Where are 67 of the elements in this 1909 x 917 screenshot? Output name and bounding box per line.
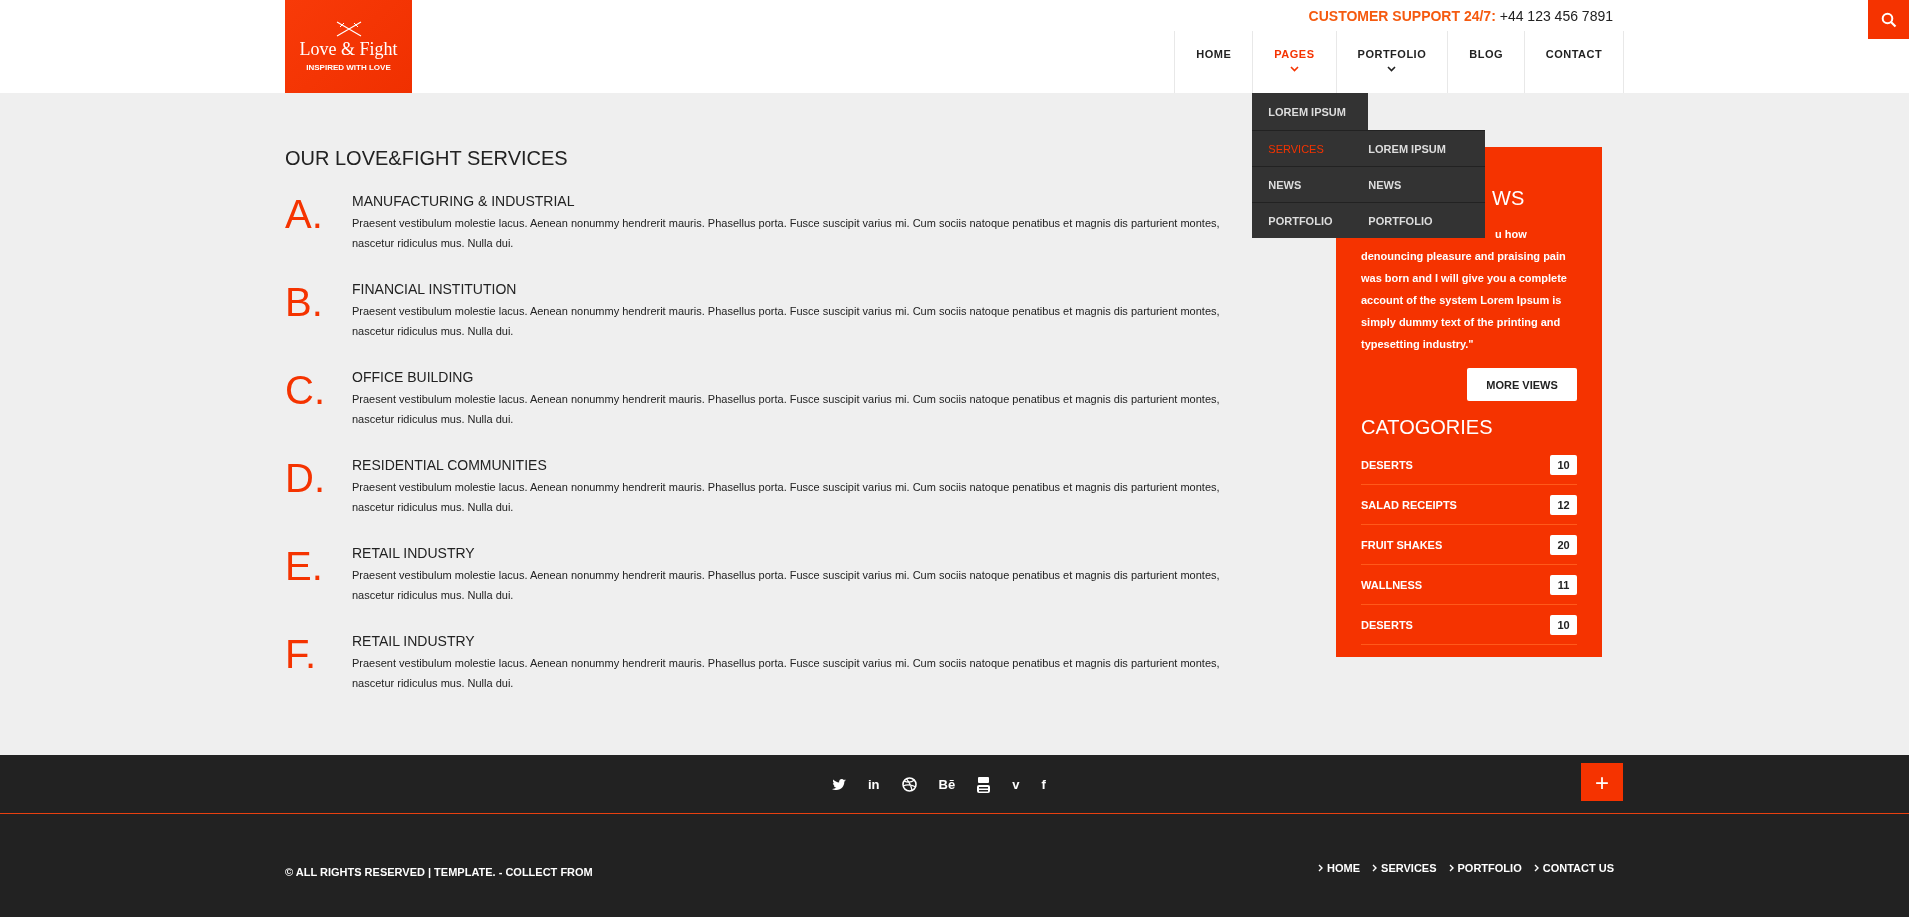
count-badge: 11 (1550, 574, 1577, 595)
category-link[interactable]: DESERTS (1361, 618, 1413, 631)
categories-heading: CATOGORIES (1361, 416, 1494, 439)
service-description: Praesent vestibulum molestie lacus. Aenean nonummy hendrerit mauris. Phasellus porta. Fusce suscipit varius mi. Cum sociis natoque penatibus et magnis dis parturient montes, nascetur ridiculus mus. Nulla dui. (352, 304, 1221, 339)
category-link[interactable]: SALAD RECEIPTS (1361, 498, 1457, 511)
logo[interactable]: Love & Fight INSPIRED WITH LOVE (285, 0, 412, 93)
service-title: OFFICE BUILDING (352, 369, 475, 385)
submenu-item[interactable]: LOREM IPSUM (1368, 130, 1486, 166)
support-info: CUSTOMER SUPPORT 24/7: +44 123 456 7891 (1308, 8, 1613, 26)
dropdown-item[interactable]: NEWS (1252, 166, 1369, 202)
service-letter: C. (285, 368, 326, 414)
service-title: MANUFACTURING & INDUSTRIAL (352, 193, 576, 209)
service-letter: A. (285, 192, 324, 238)
footer-link[interactable]: PORTFOLIO (1448, 858, 1522, 878)
footer-link[interactable]: CONTACT US (1533, 858, 1614, 878)
quote-text: u how (1495, 227, 1527, 242)
service-letter: B. (285, 280, 324, 326)
logo-tagline: INSPIRED WITH LOVE (306, 63, 391, 72)
submenu-item[interactable]: NEWS (1368, 166, 1486, 202)
social-link[interactable]: f (1041, 776, 1046, 792)
ball-icon[interactable] (901, 776, 917, 792)
submenu-item[interactable]: PORTFOLIO (1368, 202, 1486, 238)
count-badge: 10 (1550, 454, 1577, 475)
add-button[interactable]: + (1581, 763, 1623, 801)
service-letter: E. (285, 544, 324, 590)
chevron-right-icon (1318, 864, 1324, 872)
social-link[interactable]: in (868, 776, 880, 792)
chevron-right-icon (1448, 864, 1454, 872)
bird-icon[interactable] (832, 778, 846, 790)
nav-item[interactable]: CONTACT (1524, 31, 1624, 93)
count-badge: 20 (1550, 534, 1577, 555)
video-icon[interactable] (977, 775, 991, 793)
service-description: Praesent vestibulum molestie lacus. Aenean nonummy hendrerit mauris. Phasellus porta. Fusce suscipit varius mi. Cum sociis natoque penatibus et magnis dis parturient montes, nascetur ridiculus mus. Nulla dui. (352, 568, 1221, 603)
sidebar-heading: WS (1492, 187, 1525, 211)
footer-link[interactable]: SERVICES (1372, 858, 1437, 878)
social-link[interactable]: Bē (938, 776, 956, 792)
more-views-button[interactable]: MORE VIEWS (1467, 368, 1577, 401)
service-description: Praesent vestibulum molestie lacus. Aenean nonummy hendrerit mauris. Phasellus porta. Fusce suscipit varius mi. Cum sociis natoque penatibus et magnis dis parturient montes, nascetur ridiculus mus. Nulla dui. (352, 480, 1221, 515)
service-title: RESIDENTIAL COMMUNITIES (352, 457, 548, 473)
nav-item[interactable]: PORTFOLIO (1335, 31, 1448, 93)
copyright-text: © ALL RIGHTS RESERVED | TEMPLATE. - COLLECT FROM (285, 866, 593, 878)
count-badge: 12 (1550, 494, 1577, 515)
nav-item[interactable]: HOME (1174, 31, 1253, 93)
section-heading: OUR LOVE&FIGHT SERVICES (285, 147, 569, 170)
nav-item[interactable]: BLOG (1447, 31, 1524, 93)
chevron-right-icon (1533, 864, 1539, 872)
category-link[interactable]: FRUIT SHAKES (1361, 538, 1443, 551)
service-title: RETAIL INDUSTRY (352, 633, 476, 649)
quote-text: denouncing pleasure and praising pain was born and I will give you a complete account of the system Lorem Ipsum is simply dummy text of the printing and typesetting industry." (1361, 249, 1568, 352)
logo-title: Love & Fight (299, 39, 398, 59)
service-description: Praesent vestibulum molestie lacus. Aenean nonummy hendrerit mauris. Phasellus porta. Fusce suscipit varius mi. Cum sociis natoque penatibus et magnis dis parturient montes, nascetur ridiculus mus. Nulla dui. (352, 216, 1221, 251)
category-link[interactable]: DESERTS (1361, 458, 1413, 471)
dropdown-item[interactable]: LOREM IPSUM (1252, 93, 1369, 130)
footer-link[interactable]: HOME (1318, 858, 1361, 878)
search-icon (1880, 11, 1897, 28)
service-description: Praesent vestibulum molestie lacus. Aenean nonummy hendrerit mauris. Phasellus porta. Fusce suscipit varius mi. Cum sociis natoque penatibus et magnis dis parturient montes, nascetur ridiculus mus. Nulla dui. (352, 656, 1221, 691)
service-description: Praesent vestibulum molestie lacus. Aenean nonummy hendrerit mauris. Phasellus porta. Fusce suscipit varius mi. Cum sociis natoque penatibus et magnis dis parturient montes, nascetur ridiculus mus. Nulla dui. (352, 392, 1221, 427)
service-title: RETAIL INDUSTRY (352, 545, 476, 561)
category-link[interactable]: WALLNESS (1361, 578, 1423, 591)
chevron-right-icon (1372, 864, 1378, 872)
count-badge: 10 (1550, 614, 1577, 635)
social-link[interactable]: v (1012, 776, 1020, 792)
dropdown-item[interactable]: PORTFOLIO (1252, 202, 1369, 238)
service-title: FINANCIAL INSTITUTION (352, 281, 518, 297)
search-button[interactable] (1868, 0, 1909, 39)
service-letter: D. (285, 456, 326, 502)
service-letter: F. (285, 632, 318, 678)
